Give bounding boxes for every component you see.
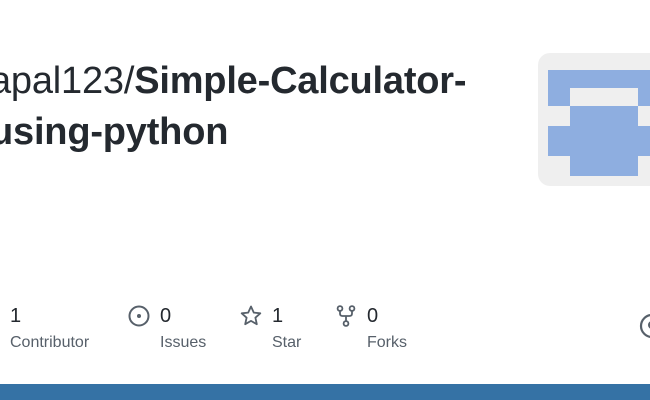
repo-separator: / bbox=[123, 60, 135, 102]
repo-stats: 1 Contributor 0 Issues 1 Star 0 Forks bbox=[0, 300, 650, 360]
star-icon bbox=[239, 304, 263, 328]
forks-count: 0 bbox=[367, 305, 379, 327]
stat-contributors[interactable]: 1 Contributor bbox=[10, 300, 120, 360]
stat-stars[interactable]: 1 Star bbox=[239, 300, 329, 360]
fork-icon bbox=[334, 304, 358, 328]
stat-forks[interactable]: 0 Forks bbox=[334, 300, 434, 360]
forks-label: Forks bbox=[367, 334, 407, 351]
repo-owner[interactable]: apal123 bbox=[0, 60, 124, 102]
stars-label: Star bbox=[272, 334, 302, 351]
contributors-label: Contributor bbox=[10, 334, 90, 351]
github-logo-icon bbox=[638, 312, 650, 340]
stat-issues[interactable]: 0 Issues bbox=[127, 300, 227, 360]
identicon-icon bbox=[548, 70, 650, 176]
repo-social-card: apal123/Simple-Calculator-using-python 1… bbox=[0, 0, 650, 400]
issues-count: 0 bbox=[160, 305, 172, 327]
owner-avatar[interactable] bbox=[538, 53, 650, 186]
contributors-count: 1 bbox=[10, 305, 22, 327]
language-bar bbox=[0, 384, 650, 400]
stars-count: 1 bbox=[272, 305, 284, 327]
repo-title: apal123/Simple-Calculator-using-python bbox=[0, 56, 510, 158]
issue-circle-icon bbox=[127, 304, 151, 328]
issues-label: Issues bbox=[160, 334, 207, 351]
